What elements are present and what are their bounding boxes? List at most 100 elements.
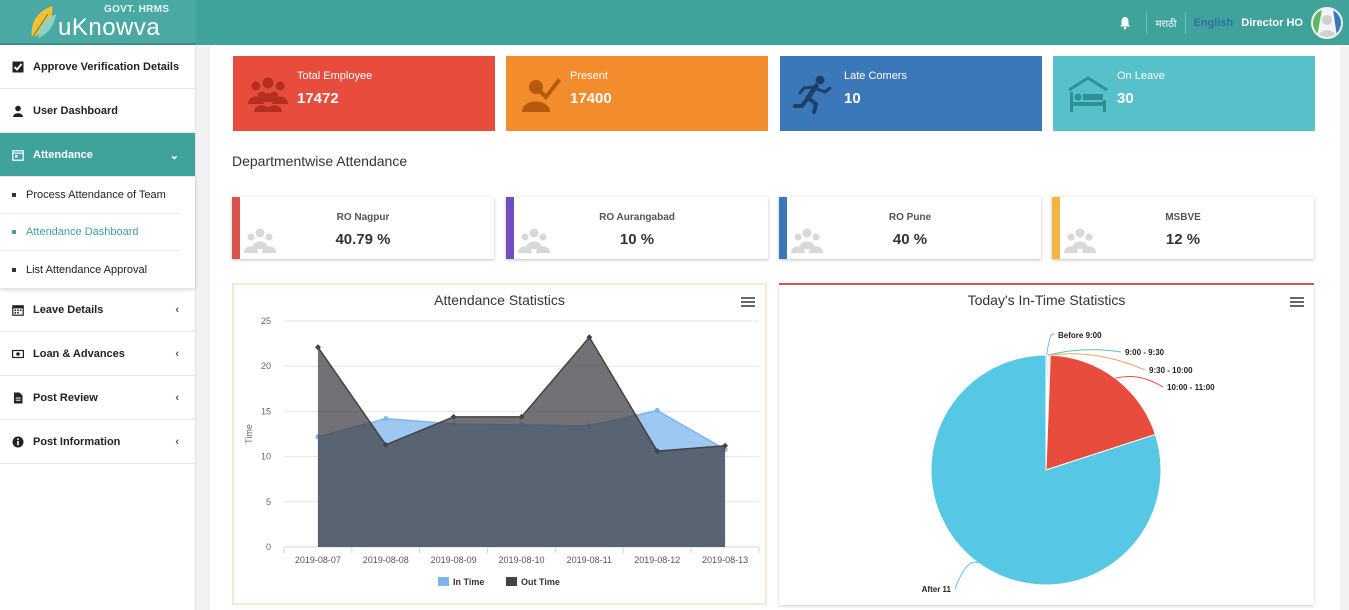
stat-value: 17472 xyxy=(297,90,339,107)
sidebar-item-label: Leave Details xyxy=(33,303,104,316)
sidebar-item-leave-details[interactable]: Leave Details ‹ xyxy=(0,288,195,332)
dept-card-ro-nagpur[interactable]: RO Nagpur 40.79 % xyxy=(232,197,494,259)
dept-card-msbve[interactable]: MSBVE 12 % xyxy=(1052,197,1314,259)
pie-slice-label: 10:00 - 11:00 xyxy=(1167,383,1215,392)
stat-label: Late Comers xyxy=(844,70,907,82)
avatar[interactable] xyxy=(1311,6,1343,39)
bell-icon[interactable] xyxy=(1118,16,1132,30)
y-tick-label: 10 xyxy=(261,452,271,462)
dept-card-ro-pune[interactable]: RO Pune 40 % xyxy=(779,197,1041,259)
legend-label: In Time xyxy=(453,577,484,587)
data-point xyxy=(383,416,389,422)
divider xyxy=(1146,11,1148,34)
stat-value: 30 xyxy=(1117,90,1134,107)
sidebar-item-post-review[interactable]: Post Review ‹ xyxy=(0,376,195,420)
chevron-left-icon: ‹ xyxy=(175,436,179,448)
chevron-down-icon: ⌄ xyxy=(169,150,179,162)
y-tick-label: 15 xyxy=(261,406,271,416)
stat-label: Present xyxy=(570,70,608,82)
dept-color-bar xyxy=(232,197,240,259)
file-icon xyxy=(14,392,23,403)
dept-value: 40 % xyxy=(892,231,928,248)
x-tick-label: 2019-08-07 xyxy=(295,555,341,565)
y-tick-label: 0 xyxy=(266,542,271,552)
stat-value: 17400 xyxy=(570,90,612,107)
stat-card-late-comers[interactable]: Late Comers 10 xyxy=(780,56,1042,131)
stat-card-on-leave[interactable]: On Leave 30 xyxy=(1053,56,1315,131)
in-time-pie-chart: Before 9:00 9:00 - 9:30 9:30 - 10:00 10:00 … xyxy=(922,331,1216,594)
dept-color-bar xyxy=(1052,197,1060,259)
sidebar-item-label: User Dashboard xyxy=(33,104,118,117)
dept-value: 12 % xyxy=(1165,231,1201,248)
dept-value: 40.79 % xyxy=(335,231,391,248)
submenu-item-process-attendance[interactable]: Process Attendance of Team xyxy=(0,177,181,214)
legend-label: Out Time xyxy=(521,577,560,587)
group-icon xyxy=(248,77,288,112)
x-tick-label: 2019-08-12 xyxy=(634,555,680,565)
pie-slice-label: 9:30 - 10:00 xyxy=(1149,366,1193,375)
stat-value: 10 xyxy=(844,90,861,107)
pie-label-connector xyxy=(1046,333,1055,356)
sidebar-item-label: Attendance xyxy=(33,148,93,161)
sidebar-item-post-information[interactable]: Post Information ‹ xyxy=(0,420,195,464)
x-tick-label: 2019-08-13 xyxy=(702,555,748,565)
top-bar: GOVT. HRMS uKnowva मराठी English Directo… xyxy=(0,0,1349,45)
sidebar-item-user-dashboard[interactable]: User Dashboard xyxy=(0,89,195,133)
calendar-icon xyxy=(12,149,24,161)
sidebar-item-attendance[interactable]: Attendance ⌄ xyxy=(0,133,195,177)
section-title: Departmentwise Attendance xyxy=(232,153,408,169)
money-icon xyxy=(12,349,24,358)
dept-name: RO Nagpur xyxy=(336,212,390,223)
lang-marathi-link[interactable]: मराठी xyxy=(1155,16,1176,30)
bed-icon xyxy=(1068,76,1108,112)
data-point xyxy=(654,407,660,413)
logo[interactable]: GOVT. HRMS uKnowva xyxy=(0,0,196,45)
leaf-logo-icon xyxy=(31,6,56,39)
dept-name: RO Pune xyxy=(888,212,932,223)
sidebar-item-loan-advances[interactable]: Loan & Advances ‹ xyxy=(0,332,195,376)
user-icon xyxy=(13,105,23,117)
dept-card-ro-aurangabad[interactable]: RO Aurangabad 10 % xyxy=(506,197,768,259)
submenu-item-attendance-dashboard[interactable]: Attendance Dashboard xyxy=(0,214,181,251)
x-tick-label: 2019-08-11 xyxy=(567,555,612,565)
calendar-icon xyxy=(12,304,24,316)
main-content: Total Employee 17472 Present 17400 Late … xyxy=(210,45,1340,610)
running-icon xyxy=(793,75,832,114)
sidebar-item-label: Post Review xyxy=(33,391,98,404)
user-avatar-icon xyxy=(1313,8,1341,37)
y-tick-label: 20 xyxy=(261,361,271,371)
x-tick-label: 2019-08-09 xyxy=(431,555,477,565)
pie-label-connector xyxy=(954,561,979,590)
attendance-area-chart: 0 5 10 15 20 25 2019-08-07 2019-08-08 2019-08-09… xyxy=(244,316,760,587)
dept-color-bar xyxy=(779,197,787,259)
pie-slice-label: Before 9:00 xyxy=(1058,331,1102,340)
bullet-icon xyxy=(12,267,16,272)
y-tick-label: 5 xyxy=(266,497,271,507)
chevron-left-icon: ‹ xyxy=(175,392,179,404)
pie-slice-label: 9:00 - 9:30 xyxy=(1125,348,1165,357)
app-name: uKnowva xyxy=(58,14,161,41)
bullet-icon xyxy=(12,230,16,234)
in-time-statistics-panel: Today's In-Time Statistics Before 9:00 9:… xyxy=(779,283,1314,605)
chevron-left-icon: ‹ xyxy=(175,304,179,316)
stat-card-total-employee[interactable]: Total Employee 17472 xyxy=(233,56,495,131)
stat-card-present[interactable]: Present 17400 xyxy=(506,56,768,131)
x-tick-label: 2019-08-10 xyxy=(498,555,544,565)
dept-name: RO Aurangabad xyxy=(599,212,675,223)
x-tick-label: 2019-08-08 xyxy=(363,555,409,565)
pie-slice-label: After 11 xyxy=(922,585,952,594)
legend-swatch xyxy=(438,577,449,586)
info-icon xyxy=(12,436,24,447)
attendance-statistics-panel: Attendance Statistics 0 5 10 15 20 25 2019-08-… xyxy=(232,283,767,605)
user-check-icon xyxy=(522,78,561,112)
checkbox-icon xyxy=(12,61,24,72)
sidebar-item-label: Approve Verification Details xyxy=(33,60,180,73)
submenu-item-list-attendance-approval[interactable]: List Attendance Approval xyxy=(0,251,181,288)
user-name[interactable]: Director HO xyxy=(1241,17,1303,29)
lang-english-link[interactable]: English xyxy=(1194,17,1234,29)
submenu-item-label: List Attendance Approval xyxy=(26,263,148,276)
bullet-icon xyxy=(12,193,16,197)
sidebar-item-approve-verification[interactable]: Approve Verification Details xyxy=(0,45,195,89)
y-tick-label: 25 xyxy=(261,316,271,326)
dept-color-bar xyxy=(506,197,514,259)
